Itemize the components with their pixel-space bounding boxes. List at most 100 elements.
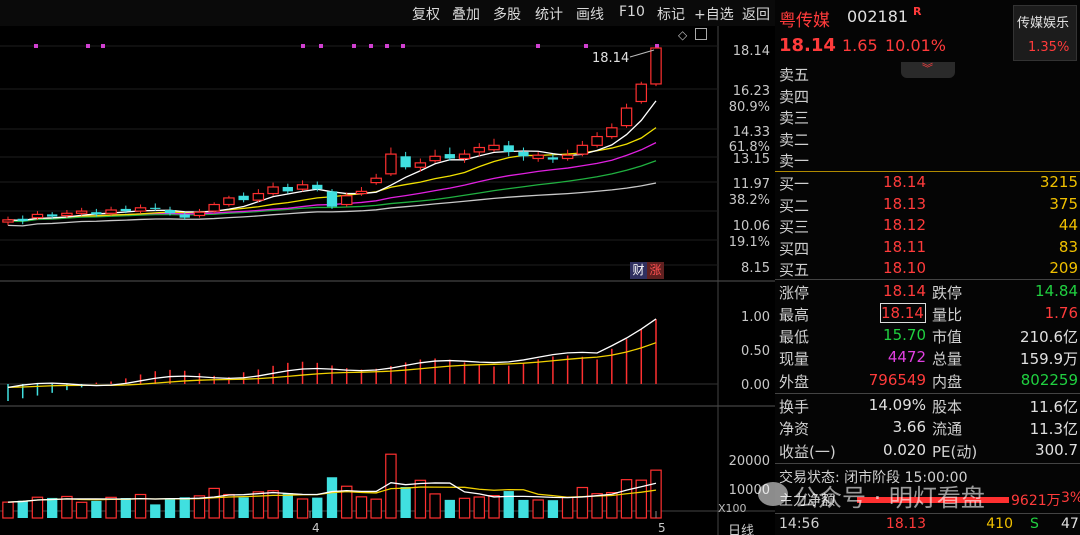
add-watchlist-button[interactable]: +自选 [694, 4, 734, 24]
bid-price[interactable]: 18.10 [870, 259, 926, 277]
x-axis-label: 5 [658, 521, 666, 535]
volume-bar-up [650, 469, 662, 519]
adjust-button[interactable]: 复权 [412, 4, 440, 24]
candle-down [282, 186, 293, 192]
inner-value: 802259 [1020, 371, 1078, 389]
candle-up [75, 210, 88, 214]
bid-volume: 3215 [1039, 173, 1078, 191]
candle-up [340, 195, 353, 206]
volume-bar-down [444, 499, 455, 518]
nav-value: 3.66 [892, 418, 926, 436]
draw-line-button[interactable]: 画线 [576, 4, 604, 24]
cur-vol-value: 4472 [887, 348, 926, 366]
ask-level-label: 卖四 [779, 87, 810, 106]
volume-bar-up [355, 496, 368, 519]
turnover-value: 14.09% [868, 396, 926, 414]
ask-level-label: 卖三 [779, 109, 810, 127]
event-marker [101, 44, 105, 48]
candle-up [385, 153, 397, 175]
eps-value: 0.020 [883, 441, 926, 459]
volume-bar-up [429, 493, 441, 519]
statistics-button[interactable]: 统计 [535, 4, 563, 24]
watermark-text: 公众号 · 明灯看盘 [794, 484, 985, 512]
volume-bar-up [208, 487, 220, 519]
candle-up [267, 186, 279, 195]
volume-axis-label: 20000 [729, 454, 770, 469]
volume-bar-up [458, 497, 471, 519]
diamond-icon[interactable]: ◇ [678, 28, 687, 42]
shares-label: 股本 [932, 398, 963, 416]
candle-up [355, 190, 368, 195]
quote-panel: 粤传媒 002181 R 18.14 1.65 10.01% 传媒娱乐 1.35… [775, 0, 1080, 535]
price-change: 1.65 [842, 36, 878, 55]
volume-bar-up [576, 486, 589, 519]
bid-volume: 375 [1049, 194, 1078, 213]
vol-ratio-label: 量比 [932, 306, 963, 324]
event-marker [352, 44, 356, 48]
total-vol-label: 总量 [932, 350, 963, 368]
limit-up-badge[interactable]: 涨 [647, 262, 664, 279]
candles: 18.14 [2, 47, 662, 226]
main-flow-pct: 3% [1061, 490, 1080, 506]
shares-value: 11.6亿 [1029, 398, 1078, 416]
period-label[interactable]: 日线 [728, 520, 754, 535]
mark-button[interactable]: 标记 [657, 4, 685, 24]
back-button[interactable]: 返回 [742, 4, 770, 24]
tick-volume: 410 [986, 516, 1013, 532]
macd-axis-label: 1.00 [741, 310, 770, 325]
volume-bar-up [385, 453, 397, 519]
candle-up [650, 47, 662, 85]
vol-ratio-value: 1.76 [1044, 304, 1078, 322]
mkt-cap-value: 210.6亿 [1020, 328, 1078, 346]
expand-icon[interactable] [695, 28, 707, 40]
event-marker [86, 44, 90, 48]
event-marker [536, 44, 540, 48]
overlay-button[interactable]: 叠加 [452, 4, 480, 24]
float-label: 流通 [932, 420, 963, 438]
candle-down [164, 210, 176, 214]
bid-level-label: 买三 [779, 218, 810, 236]
candle-up [458, 153, 471, 160]
volume-bar-down [91, 500, 102, 518]
candle-up [532, 154, 544, 160]
candle-up [61, 212, 73, 217]
pe-value: 300.7 [1035, 441, 1078, 459]
candle-down [444, 154, 455, 159]
chart-toolbar: 复权 叠加 多股 统计 画线 F10 标记 +自选 返回 [0, 0, 775, 26]
volume-panel: 20000100004 5 [2, 453, 770, 535]
event-marker [385, 44, 389, 48]
candle-down [120, 208, 131, 212]
price-axis-label: 38.2% [729, 193, 770, 208]
bid-price[interactable]: 18.12 [870, 216, 926, 234]
volume-bar-up [414, 479, 427, 519]
volume-bar-down [17, 500, 28, 518]
finance-badge[interactable]: 财 [630, 262, 647, 279]
tick-time: 14:56 [779, 516, 820, 532]
volume-bar-up [532, 499, 544, 519]
price-axis-label: 80.9% [729, 100, 770, 115]
candle-up [31, 213, 44, 219]
candle-up [296, 184, 309, 190]
f10-button[interactable]: F10 [619, 4, 645, 20]
volume-bar-up [75, 501, 88, 519]
sector-box[interactable]: 传媒娱乐 1.35% [1013, 5, 1077, 61]
candle-down [503, 145, 514, 152]
divider [775, 463, 1080, 464]
collapse-tab[interactable]: ︾ [901, 62, 955, 78]
price-axis: 18.1416.2380.9%14.3361.8%13.1511.9738.2%… [729, 44, 770, 276]
candle-up [252, 192, 265, 201]
candle-down [312, 184, 323, 190]
bid-price[interactable]: 18.13 [870, 195, 926, 213]
kline-chart[interactable]: 18.14 18.1416.2380.9%14.3361.8%13.1511.9… [0, 26, 775, 535]
event-marker [319, 44, 323, 48]
total-vol-value: 159.9万 [1020, 350, 1078, 368]
volume-bar-down [238, 497, 249, 518]
candle-up [105, 209, 117, 214]
stock-name: 粤传媒 [779, 11, 830, 31]
ask-level-label: 卖一 [779, 152, 810, 170]
bid-price[interactable]: 18.11 [870, 238, 926, 256]
bid-price[interactable]: 18.14 [870, 173, 926, 191]
candle-up [370, 177, 382, 184]
candle-down [91, 212, 102, 215]
multi-stock-button[interactable]: 多股 [493, 4, 521, 24]
